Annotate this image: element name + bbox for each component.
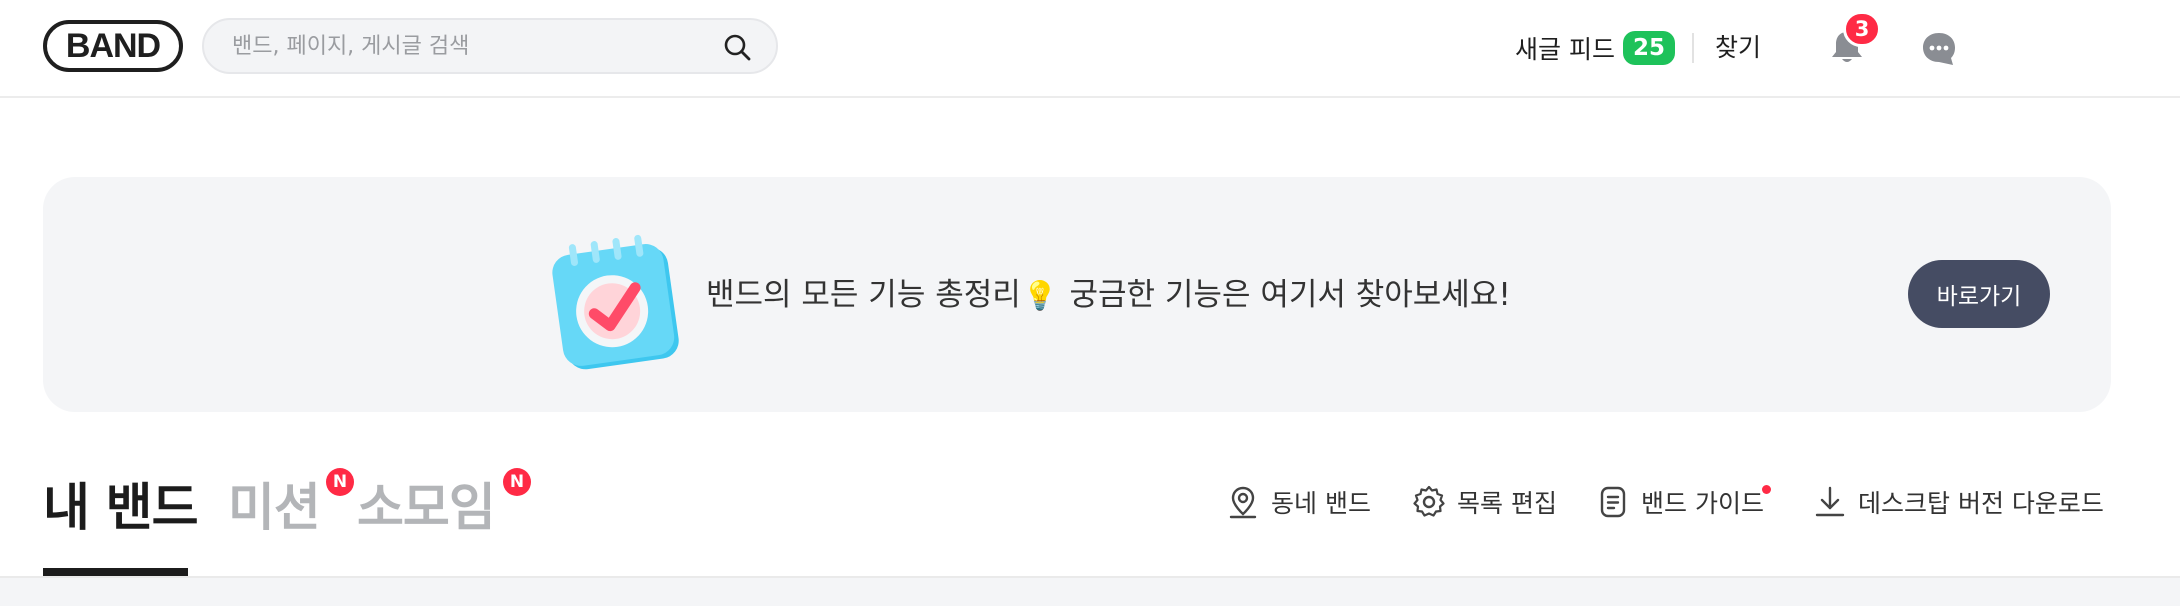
edit-list-link[interactable]: 목록 편집 <box>1411 484 1557 520</box>
tab-mission[interactable]: 미션 <box>228 466 321 576</box>
feature-guide-banner[interactable]: 밴드의 모든 기능 총정리💡 궁금한 기능은 여기서 찾아보세요! 바로가기 <box>43 177 2111 412</box>
new-feed-label: 새글 피드 <box>1515 35 1615 64</box>
band-guide-link[interactable]: 밴드 가이드 <box>1595 484 1764 520</box>
tab-small-group[interactable]: 소모임 <box>357 466 496 576</box>
tab-my-band[interactable]: 내 밴드 <box>43 466 199 576</box>
content-area-top <box>0 576 2180 606</box>
go-now-button[interactable]: 바로가기 <box>1908 260 2050 328</box>
local-band-label: 동네 밴드 <box>1271 489 1371 518</box>
new-feed-count-badge: 25 <box>1622 31 1675 65</box>
active-tab-indicator <box>43 568 188 576</box>
gear-icon <box>1413 485 1445 517</box>
banner-text-part2: 궁금한 기능은 여기서 찾아보세요! <box>1059 277 1511 313</box>
location-pin-icon <box>1229 486 1257 519</box>
tab-my-band-label: 내 밴드 <box>43 479 199 538</box>
banner-message: 밴드의 모든 기능 총정리💡 궁금한 기능은 여기서 찾아보세요! <box>706 275 1511 316</box>
band-guide-new-dot <box>1762 485 1771 494</box>
desktop-download-link[interactable]: 데스크탑 버전 다운로드 <box>1812 484 2104 520</box>
desktop-download-label: 데스크탑 버전 다운로드 <box>1858 489 2104 518</box>
tab-small-group-label: 소모임 <box>357 479 496 538</box>
new-feed-link[interactable]: 새글 피드 25 <box>1515 30 1675 66</box>
find-link[interactable]: 찾기 <box>1715 30 1761 66</box>
tab-mission-new-badge: N <box>326 468 354 496</box>
nav-divider <box>1692 33 1694 63</box>
top-header: BAND 새글 피드 25 찾기 3 <box>0 0 2180 98</box>
local-band-link[interactable]: 동네 밴드 <box>1225 484 1371 520</box>
banner-text-part1: 밴드의 모든 기능 총정리 <box>706 277 1021 313</box>
search-icon[interactable] <box>722 32 752 62</box>
light-bulb-icon: 💡 <box>1022 279 1058 312</box>
notification-count-badge: 3 <box>1843 11 1881 47</box>
band-guide-label: 밴드 가이드 <box>1641 489 1764 518</box>
chat-icon[interactable] <box>1920 30 1958 68</box>
checklist-calendar-icon <box>552 234 679 370</box>
tab-small-group-new-badge: N <box>503 468 531 496</box>
download-icon <box>1815 486 1845 517</box>
search-input[interactable] <box>232 20 702 72</box>
tab-mission-label: 미션 <box>228 479 321 538</box>
document-icon <box>1600 486 1626 518</box>
search-bar <box>202 18 778 74</box>
band-logo[interactable]: BAND <box>43 20 183 72</box>
edit-list-label: 목록 편집 <box>1457 489 1557 518</box>
